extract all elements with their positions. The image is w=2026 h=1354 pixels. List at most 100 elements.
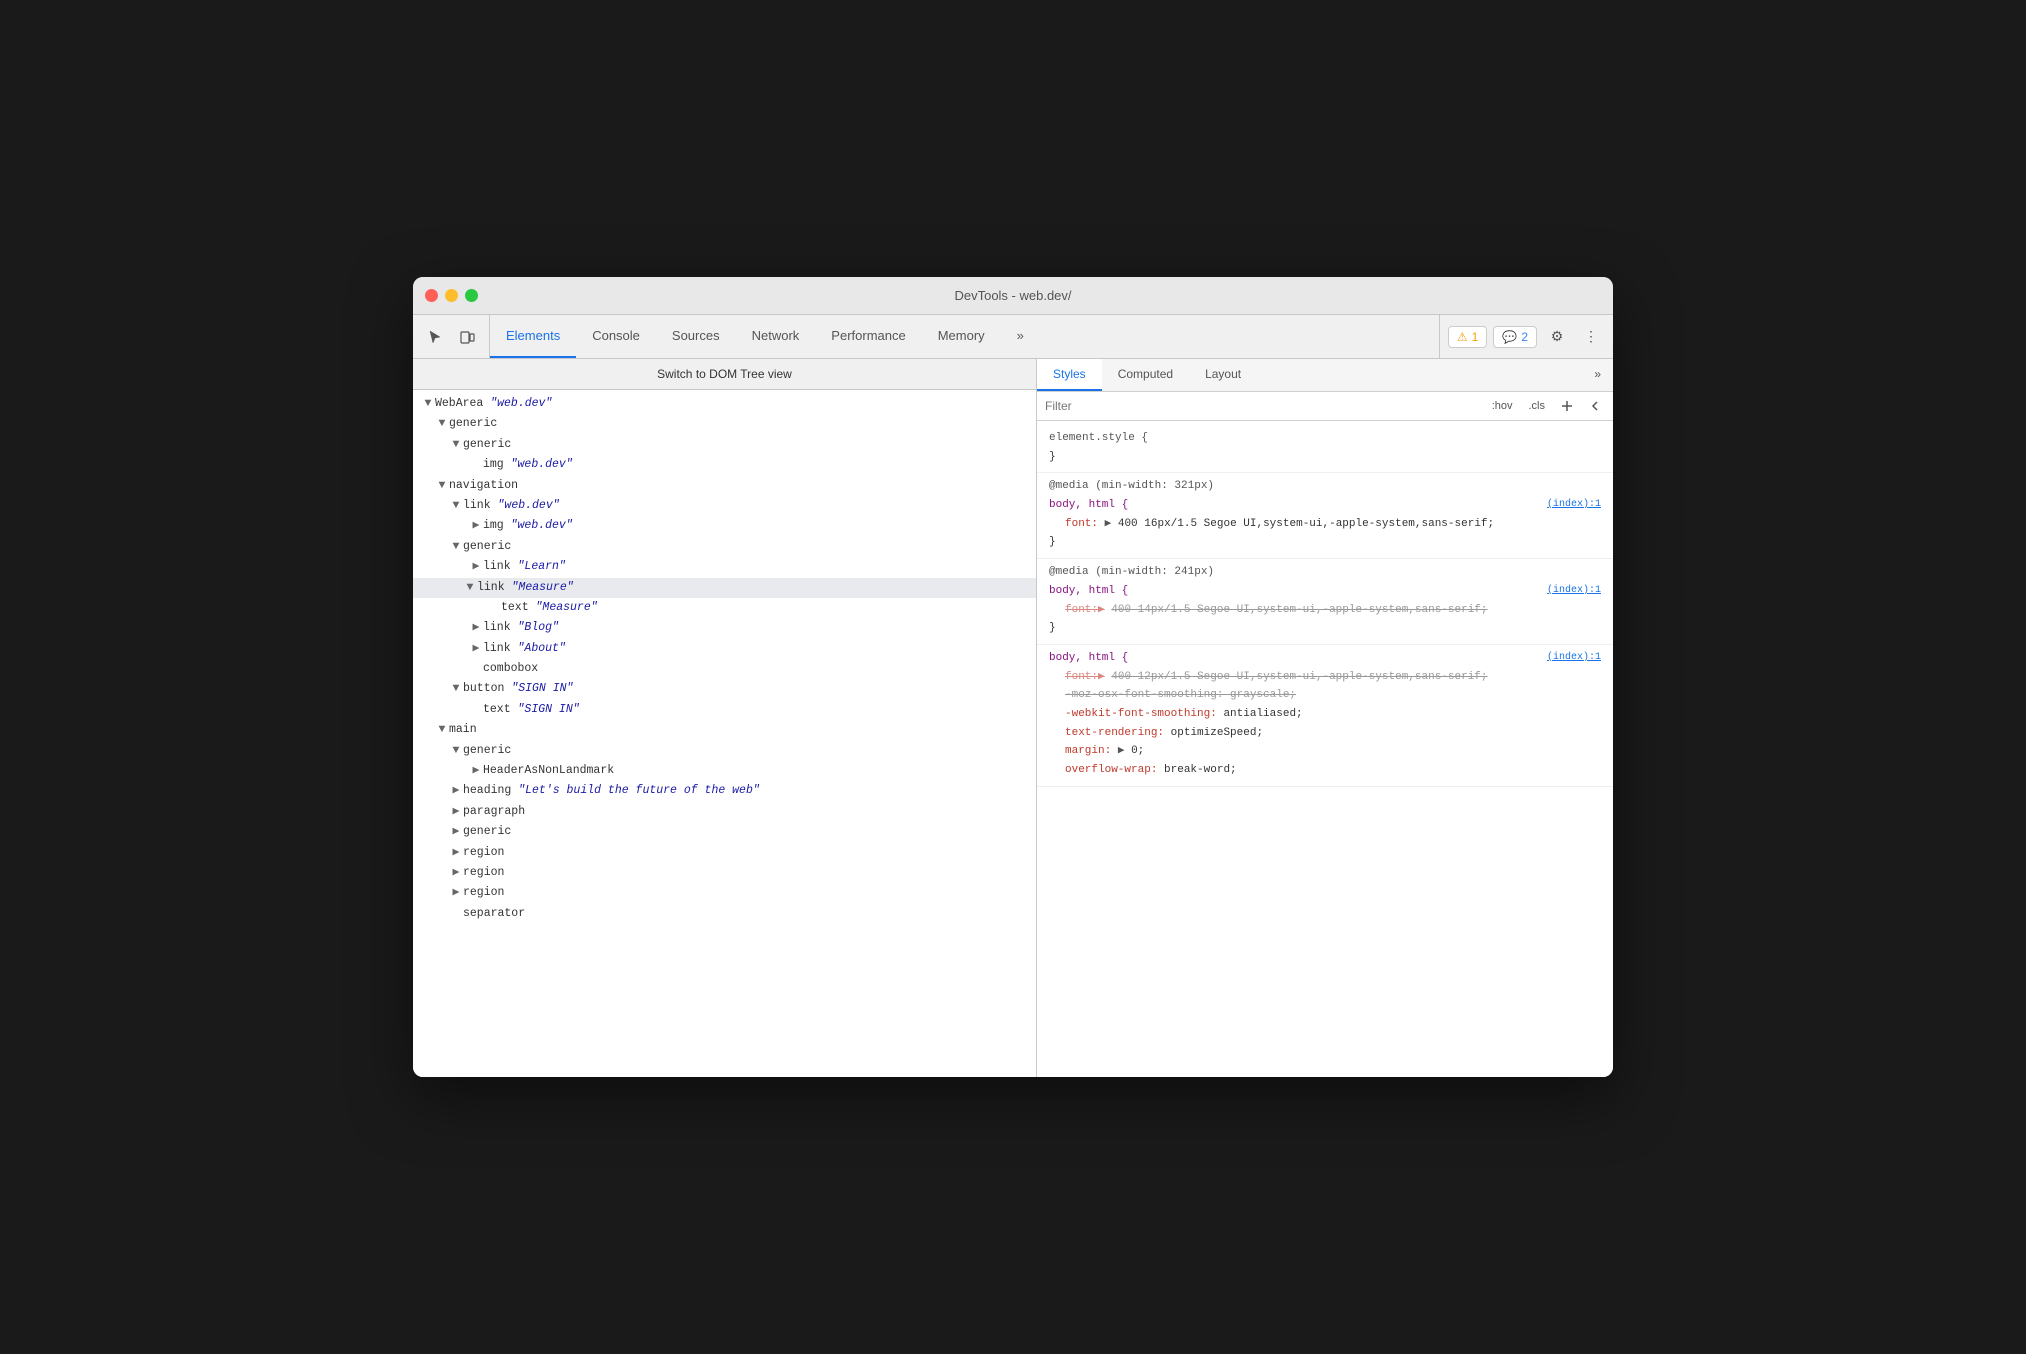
tree-toggle[interactable]: ▼ (463, 579, 477, 597)
tree-row[interactable]: ▶ region (413, 863, 1036, 883)
tree-toggle[interactable]: ▶ (469, 640, 483, 658)
tab-network[interactable]: Network (736, 315, 816, 358)
tree-toggle[interactable]: ▼ (449, 680, 463, 698)
tree-row[interactable]: img "web.dev" (413, 455, 1036, 475)
tree-toggle[interactable]: ▼ (449, 742, 463, 760)
tree-node-label: region (463, 884, 504, 902)
tree-toggle[interactable]: ▶ (469, 517, 483, 535)
tree-row[interactable]: ▼ generic (413, 414, 1036, 434)
class-filter[interactable]: .cls (1525, 398, 1550, 414)
device-icon[interactable] (453, 323, 481, 351)
tree-node-label: link "Measure" (477, 579, 574, 597)
minimize-button[interactable] (445, 289, 458, 302)
devtools-window: DevTools - web.dev/ Elements Console Sou… (413, 277, 1613, 1077)
tree-row[interactable]: ▼ main (413, 720, 1036, 740)
css-val-font-base: 400 12px/1.5 Segoe UI,system-ui,-apple-s… (1111, 671, 1487, 683)
css-triangle-icon[interactable]: ▶ (1118, 745, 1131, 757)
tree-row[interactable]: text "SIGN IN" (413, 700, 1036, 720)
tree-node-label: region (463, 864, 504, 882)
tree-row[interactable]: ▶ paragraph (413, 802, 1036, 822)
tree-row[interactable]: ▼ generic (413, 435, 1036, 455)
tab-performance[interactable]: Performance (815, 315, 921, 358)
tree-row[interactable]: text "Measure" (413, 598, 1036, 618)
tree-row[interactable]: ▼ navigation (413, 476, 1036, 496)
tree-node-label: img "web.dev" (483, 456, 573, 474)
switch-dom-tree-button[interactable]: Switch to DOM Tree view (413, 359, 1036, 390)
chevron-left-icon[interactable] (1585, 396, 1605, 416)
close-button[interactable] (425, 289, 438, 302)
tree-toggle[interactable]: ▶ (469, 619, 483, 637)
tree-row[interactable]: ▼ WebArea "web.dev" (413, 394, 1036, 414)
tree-row[interactable]: ▶ HeaderAsNonLandmark (413, 761, 1036, 781)
settings-icon[interactable]: ⚙ (1543, 323, 1571, 351)
tree-toggle[interactable]: ▶ (469, 762, 483, 780)
warning-badge[interactable]: ⚠ 1 (1448, 326, 1487, 348)
tab-more[interactable]: » (1001, 315, 1040, 358)
tree-toggle[interactable]: ▶ (449, 884, 463, 902)
tree-row[interactable]: ▼ button "SIGN IN" (413, 679, 1036, 699)
css-property-overflow-wrap: overflow-wrap: break-word; (1049, 761, 1601, 780)
tab-layout[interactable]: Layout (1189, 359, 1257, 391)
tree-toggle[interactable]: ▶ (469, 558, 483, 576)
tab-elements[interactable]: Elements (490, 315, 576, 358)
more-options-icon[interactable]: ⋮ (1577, 323, 1605, 351)
css-triangle-icon[interactable]: ▶ (1105, 518, 1118, 530)
tree-row[interactable]: ▶ link "Learn" (413, 557, 1036, 577)
tree-toggle[interactable]: ▼ (435, 721, 449, 739)
info-badge[interactable]: 💬 2 (1493, 326, 1537, 348)
tree-row[interactable]: ▶ region (413, 843, 1036, 863)
tab-memory[interactable]: Memory (922, 315, 1001, 358)
tree-row[interactable]: ▶ link "Blog" (413, 618, 1036, 638)
css-property-margin: margin: ▶ 0; (1049, 742, 1601, 761)
tree-node-label: main (449, 721, 477, 739)
tree-toggle[interactable]: ▶ (449, 782, 463, 800)
tree-row[interactable]: ▼ generic (413, 741, 1036, 761)
css-prop-font: font: (1065, 518, 1098, 530)
tree-row[interactable]: ▶ link "About" (413, 639, 1036, 659)
css-rule-media-241: @media (min-width: 241px) body, html { (… (1037, 559, 1613, 645)
tree-toggle[interactable]: ▶ (449, 823, 463, 841)
cursor-icon[interactable] (421, 323, 449, 351)
tree-toggle[interactable]: ▼ (421, 395, 435, 413)
maximize-button[interactable] (465, 289, 478, 302)
css-source-link-321[interactable]: (index):1 (1547, 496, 1601, 513)
css-val-font-241: 400 14px/1.5 Segoe UI,system-ui,-apple-s… (1111, 604, 1487, 616)
tree-row-selected[interactable]: ▼ link "Measure" (413, 578, 1036, 598)
tree-row[interactable]: ▶ heading "Let's build the future of the… (413, 781, 1036, 801)
tree-toggle[interactable]: ▶ (449, 864, 463, 882)
tree-node-label: generic (449, 415, 497, 433)
tree-row[interactable]: ▼ link "web.dev" (413, 496, 1036, 516)
tree-row[interactable]: ▶ generic (413, 822, 1036, 842)
tree-row[interactable]: combobox (413, 659, 1036, 679)
css-source-link-body[interactable]: (index):1 (1547, 649, 1601, 666)
tab-console[interactable]: Console (576, 315, 656, 358)
main-content: Switch to DOM Tree view ▼ WebArea "web.d… (413, 359, 1613, 1077)
tab-computed[interactable]: Computed (1102, 359, 1189, 391)
switch-dom-label: Switch to DOM Tree view (657, 367, 792, 381)
tab-sources[interactable]: Sources (656, 315, 736, 358)
css-property-row: font: ▶ 400 16px/1.5 Segoe UI,system-ui,… (1049, 515, 1601, 534)
chat-icon: 💬 (1502, 330, 1517, 344)
tree-toggle[interactable]: ▼ (449, 436, 463, 454)
tree-toggle[interactable]: ▼ (435, 415, 449, 433)
tree-toggle[interactable]: ▼ (449, 538, 463, 556)
tree-toggle[interactable]: ▼ (435, 477, 449, 495)
tab-styles[interactable]: Styles (1037, 359, 1102, 391)
css-source-link-241[interactable]: (index):1 (1547, 582, 1601, 599)
dom-tree[interactable]: ▼ WebArea "web.dev" ▼ generic ▼ generic (413, 390, 1036, 1077)
add-style-rule-button[interactable] (1557, 396, 1577, 416)
css-property-row-struck2: font:▶ 400 12px/1.5 Segoe UI,system-ui,-… (1049, 668, 1601, 687)
styles-more-tabs[interactable]: » (1582, 359, 1613, 391)
tree-row[interactable]: ▶ img "web.dev" (413, 516, 1036, 536)
filter-input[interactable] (1045, 399, 1480, 413)
hover-filter[interactable]: :hov (1488, 398, 1517, 414)
tree-row[interactable]: ▼ generic (413, 537, 1036, 557)
styles-filter-bar: :hov .cls (1037, 392, 1613, 421)
tree-toggle[interactable]: ▶ (449, 803, 463, 821)
tree-row[interactable]: separator (413, 904, 1036, 924)
tree-row[interactable]: ▶ region (413, 883, 1036, 903)
tree-toggle[interactable]: ▼ (449, 497, 463, 515)
dom-panel: Switch to DOM Tree view ▼ WebArea "web.d… (413, 359, 1037, 1077)
tree-toggle[interactable]: ▶ (449, 844, 463, 862)
css-selector-body-html-321: body, html { (1049, 499, 1128, 511)
